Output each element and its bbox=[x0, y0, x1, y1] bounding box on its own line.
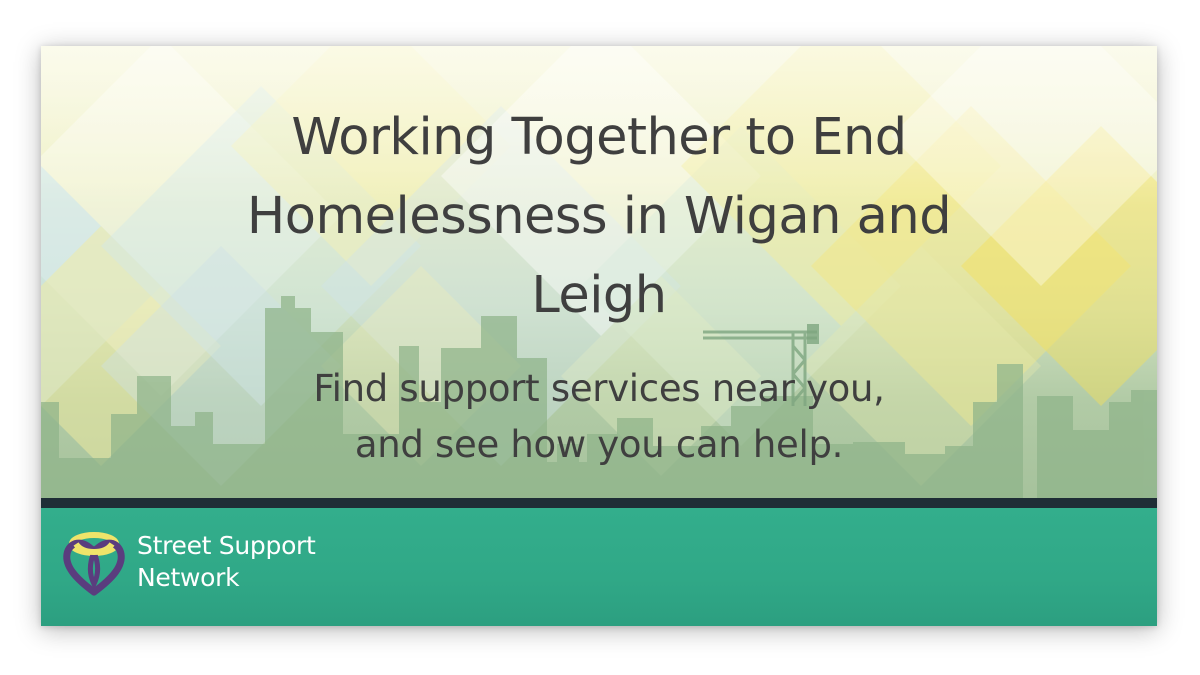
brand-name-line-1: Street Support bbox=[137, 531, 316, 560]
heart-knot-logo-icon bbox=[63, 532, 125, 596]
divider-bar bbox=[41, 498, 1157, 508]
subheadline-line-2: and see how you can help. bbox=[354, 423, 844, 466]
banner-card: Working Together to End Homelessness in … bbox=[41, 46, 1157, 626]
subheadline-line-1: Find support services near you, bbox=[313, 367, 885, 410]
brand-name: Street Support Network bbox=[137, 530, 397, 594]
brand-name-line-2: Network bbox=[137, 563, 240, 592]
subheadline: Find support services near you, and see … bbox=[211, 361, 987, 473]
footer-bar: Street Support Network bbox=[41, 508, 1157, 626]
hero-banner: Working Together to End Homelessness in … bbox=[41, 46, 1157, 498]
headline: Working Together to End Homelessness in … bbox=[246, 108, 952, 325]
